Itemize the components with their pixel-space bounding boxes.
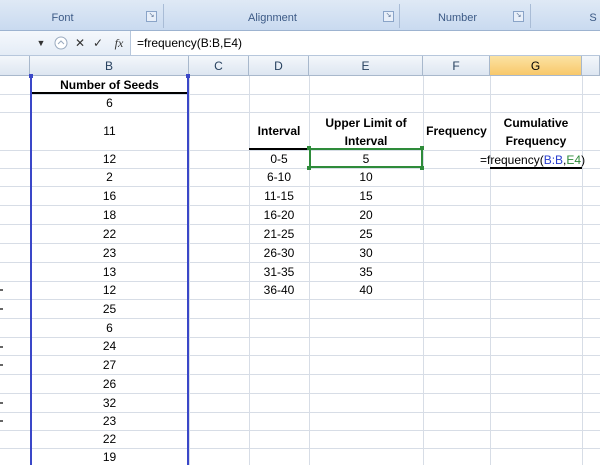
row-header-stub	[0, 289, 3, 291]
name-box-dropdown-icon[interactable]: ▼	[36, 35, 46, 51]
ribbon-group-number: Number	[437, 12, 478, 24]
range-handle[interactable]	[186, 74, 190, 78]
column-header-b[interactable]: B	[30, 56, 189, 76]
cell-edit-formula[interactable]: =frequency(B:B,E4)	[480, 152, 585, 168]
enter-icon[interactable]: ✓	[91, 35, 105, 51]
column-header-g[interactable]: G	[490, 56, 582, 76]
upper-limit-cell[interactable]: 30	[309, 244, 423, 262]
interval-cell[interactable]: 31-35	[249, 263, 309, 281]
reference-handle[interactable]	[420, 146, 424, 150]
interval-cell[interactable]: 11-15	[249, 187, 309, 205]
formula-ref-b: B:B	[543, 153, 564, 167]
upper-limit-cell[interactable]: 35	[309, 263, 423, 281]
formula-bar: ▼ ✕ ✓ fx =frequency(B:B,E4)	[0, 31, 600, 56]
interval-cell[interactable]: 26-30	[249, 244, 309, 262]
header-underline	[249, 148, 309, 150]
row-header-stub	[0, 364, 3, 366]
number-dialog-launcher-icon[interactable]: ↘	[513, 11, 524, 22]
ribbon-separator	[399, 4, 400, 28]
upper-limit-cell[interactable]: 10	[309, 169, 423, 186]
upper-limit-cell[interactable]: 20	[309, 206, 423, 224]
formula-bar-resize-icon[interactable]	[52, 35, 70, 51]
insert-function-icon[interactable]: fx	[110, 35, 128, 51]
range-highlight-b	[30, 76, 189, 465]
interval-cell[interactable]: 6-10	[249, 169, 309, 186]
cumulative-frequency-header[interactable]: Cumulative Frequency	[490, 113, 582, 150]
upper-limit-header[interactable]: Upper Limit of Interval	[309, 113, 423, 150]
column-header-f[interactable]: F	[423, 56, 490, 76]
reference-handle[interactable]	[307, 166, 311, 170]
frequency-header[interactable]: Frequency	[423, 113, 490, 150]
ribbon-group-font: Font	[51, 12, 74, 24]
column-header-c[interactable]: C	[189, 56, 249, 76]
ribbon-separator	[530, 4, 531, 28]
row-header-stub	[0, 346, 3, 348]
ribbon: Font ↘ Alignment ↘ Number ↘ S	[0, 0, 600, 31]
row-header-stub	[0, 308, 3, 310]
reference-handle[interactable]	[307, 146, 311, 150]
reference-handle[interactable]	[420, 166, 424, 170]
formula-input[interactable]: =frequency(B:B,E4)	[137, 35, 242, 51]
ribbon-group-alignment: Alignment	[248, 12, 297, 24]
upper-limit-cell[interactable]: 25	[309, 225, 423, 243]
column-header-a[interactable]	[0, 56, 30, 76]
formula-prefix: =frequency(	[480, 153, 544, 167]
formula-reference-e4	[309, 148, 423, 168]
alignment-dialog-launcher-icon[interactable]: ↘	[383, 11, 394, 22]
range-handle[interactable]	[29, 74, 33, 78]
row-header-stub	[0, 420, 3, 422]
interval-cell[interactable]: 16-20	[249, 206, 309, 224]
ribbon-group-styles: S	[589, 12, 597, 24]
ribbon-separator	[163, 4, 164, 28]
formula-bar-controls: ▼ ✕ ✓ fx	[0, 31, 131, 55]
column-header-h[interactable]	[582, 56, 600, 76]
font-dialog-launcher-icon[interactable]: ↘	[146, 11, 157, 22]
cancel-icon[interactable]: ✕	[73, 35, 87, 51]
column-header-e[interactable]: E	[309, 56, 423, 76]
interval-header[interactable]: Interval	[249, 113, 309, 150]
formula-suffix: )	[581, 153, 586, 167]
interval-cell[interactable]: 21-25	[249, 225, 309, 243]
row-header-stub	[0, 402, 3, 404]
formula-ref-e4: E4	[566, 153, 582, 167]
column-header-d[interactable]: D	[249, 56, 309, 76]
upper-limit-cell[interactable]: 40	[309, 282, 423, 299]
interval-cell[interactable]: 0-5	[249, 151, 309, 168]
interval-cell[interactable]: 36-40	[249, 282, 309, 299]
upper-limit-cell[interactable]: 15	[309, 187, 423, 205]
